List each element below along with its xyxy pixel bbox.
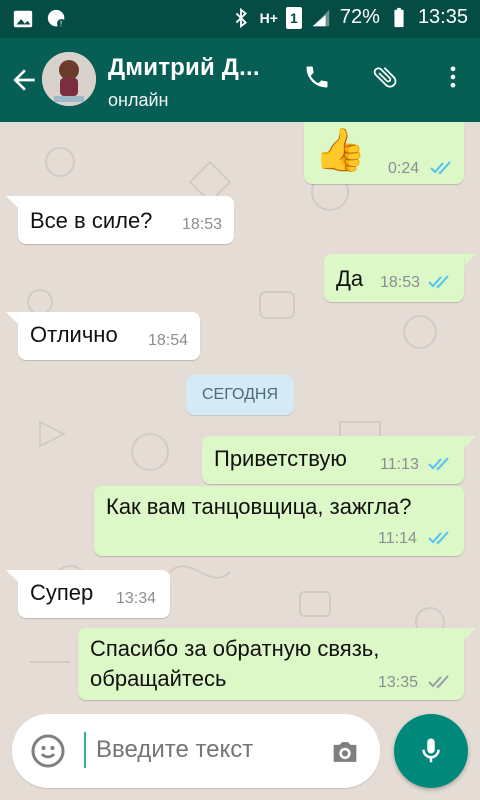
header-actions bbox=[300, 60, 470, 94]
message-input[interactable] bbox=[96, 730, 316, 770]
message-time: 18:54 bbox=[148, 332, 189, 349]
more-vert-icon[interactable] bbox=[436, 60, 470, 94]
message-text: Как вам танцовщица, зажгла? bbox=[106, 494, 412, 519]
message-time: 0:24 bbox=[388, 160, 420, 177]
whatsapp-notification-icon: ! bbox=[46, 8, 68, 30]
message-time: 11:14 bbox=[378, 530, 417, 547]
message-in[interactable]: Все в силе? 18:53 bbox=[18, 196, 234, 244]
attachment-icon[interactable] bbox=[368, 60, 402, 94]
message-text: Супер bbox=[30, 580, 94, 605]
clock: 13:35 bbox=[417, 6, 468, 28]
text-cursor bbox=[84, 732, 86, 768]
bubble-tail bbox=[464, 628, 476, 640]
delivered-ticks-icon bbox=[428, 675, 449, 689]
message-text: Да bbox=[336, 266, 364, 291]
camera-icon[interactable] bbox=[328, 735, 362, 769]
message-text: Все в силе? bbox=[30, 208, 153, 233]
battery-percent: 72% bbox=[339, 6, 380, 28]
read-ticks-icon bbox=[430, 161, 451, 175]
bubble-tail bbox=[464, 254, 476, 266]
message-time: 11:13 bbox=[380, 456, 419, 473]
date-separator-label: СЕГОДНЯ bbox=[201, 386, 279, 403]
avatar[interactable] bbox=[42, 52, 96, 106]
network-type: H+ bbox=[259, 9, 278, 26]
phone-icon[interactable] bbox=[300, 60, 334, 94]
message-text: Приветствую bbox=[214, 446, 347, 471]
bubble-tail bbox=[6, 312, 18, 324]
gallery-icon bbox=[12, 8, 34, 30]
message-text: Отлично bbox=[30, 322, 118, 347]
message-out[interactable]: Да 18:53 bbox=[324, 254, 464, 302]
status-right: H+ 1 72% 13:35 bbox=[230, 6, 468, 29]
emoji-icon[interactable] bbox=[30, 733, 66, 769]
read-ticks-icon bbox=[428, 275, 449, 289]
message-out[interactable]: Как вам танцовщица, зажгла? 11:14 bbox=[94, 486, 464, 556]
emoji-message: 👍 bbox=[314, 126, 367, 173]
presence-status: онлайн bbox=[108, 90, 169, 110]
message-in[interactable]: Супер 13:34 bbox=[18, 570, 170, 618]
message-out[interactable]: 👍 0:24 bbox=[304, 122, 464, 184]
back-arrow-icon[interactable] bbox=[8, 64, 40, 96]
message-text-line2: обращайтесь bbox=[90, 666, 227, 691]
sim-slot: 1 bbox=[285, 6, 302, 29]
read-ticks-icon bbox=[428, 531, 449, 545]
message-time: 18:53 bbox=[380, 274, 421, 291]
signal-icon bbox=[310, 7, 332, 29]
message-composer bbox=[12, 714, 380, 788]
bubble-tail bbox=[6, 196, 18, 208]
mic-button[interactable] bbox=[394, 714, 468, 788]
status-bar: ! H+ 1 72% 13:35 bbox=[0, 0, 480, 38]
read-ticks-icon bbox=[428, 457, 449, 471]
message-out[interactable]: Приветствую 11:13 bbox=[202, 436, 464, 484]
contact-name[interactable]: Дмитрий Д... bbox=[108, 54, 260, 82]
message-out[interactable]: Спасибо за обратную связь, обращайтесь 1… bbox=[78, 628, 464, 700]
bubble-tail bbox=[6, 570, 18, 582]
status-left: ! bbox=[12, 8, 68, 30]
battery-icon bbox=[388, 7, 410, 29]
message-text: Спасибо за обратную связь, bbox=[90, 636, 380, 661]
message-in[interactable]: Отлично 18:54 bbox=[18, 312, 200, 360]
message-time: 18:53 bbox=[182, 216, 223, 233]
message-list[interactable]: 👍 0:24 Все в силе? 18:53 Да 18:53 Отличн… bbox=[0, 122, 480, 712]
chat-header: Дмитрий Д... онлайн bbox=[0, 38, 480, 122]
date-separator: СЕГОДНЯ bbox=[186, 375, 294, 415]
bluetooth-icon bbox=[230, 7, 252, 29]
message-time: 13:34 bbox=[116, 590, 157, 607]
bubble-tail bbox=[464, 436, 476, 448]
message-time: 13:35 bbox=[378, 674, 419, 691]
svg-text:!: ! bbox=[60, 20, 62, 29]
microphone-icon bbox=[422, 738, 440, 763]
